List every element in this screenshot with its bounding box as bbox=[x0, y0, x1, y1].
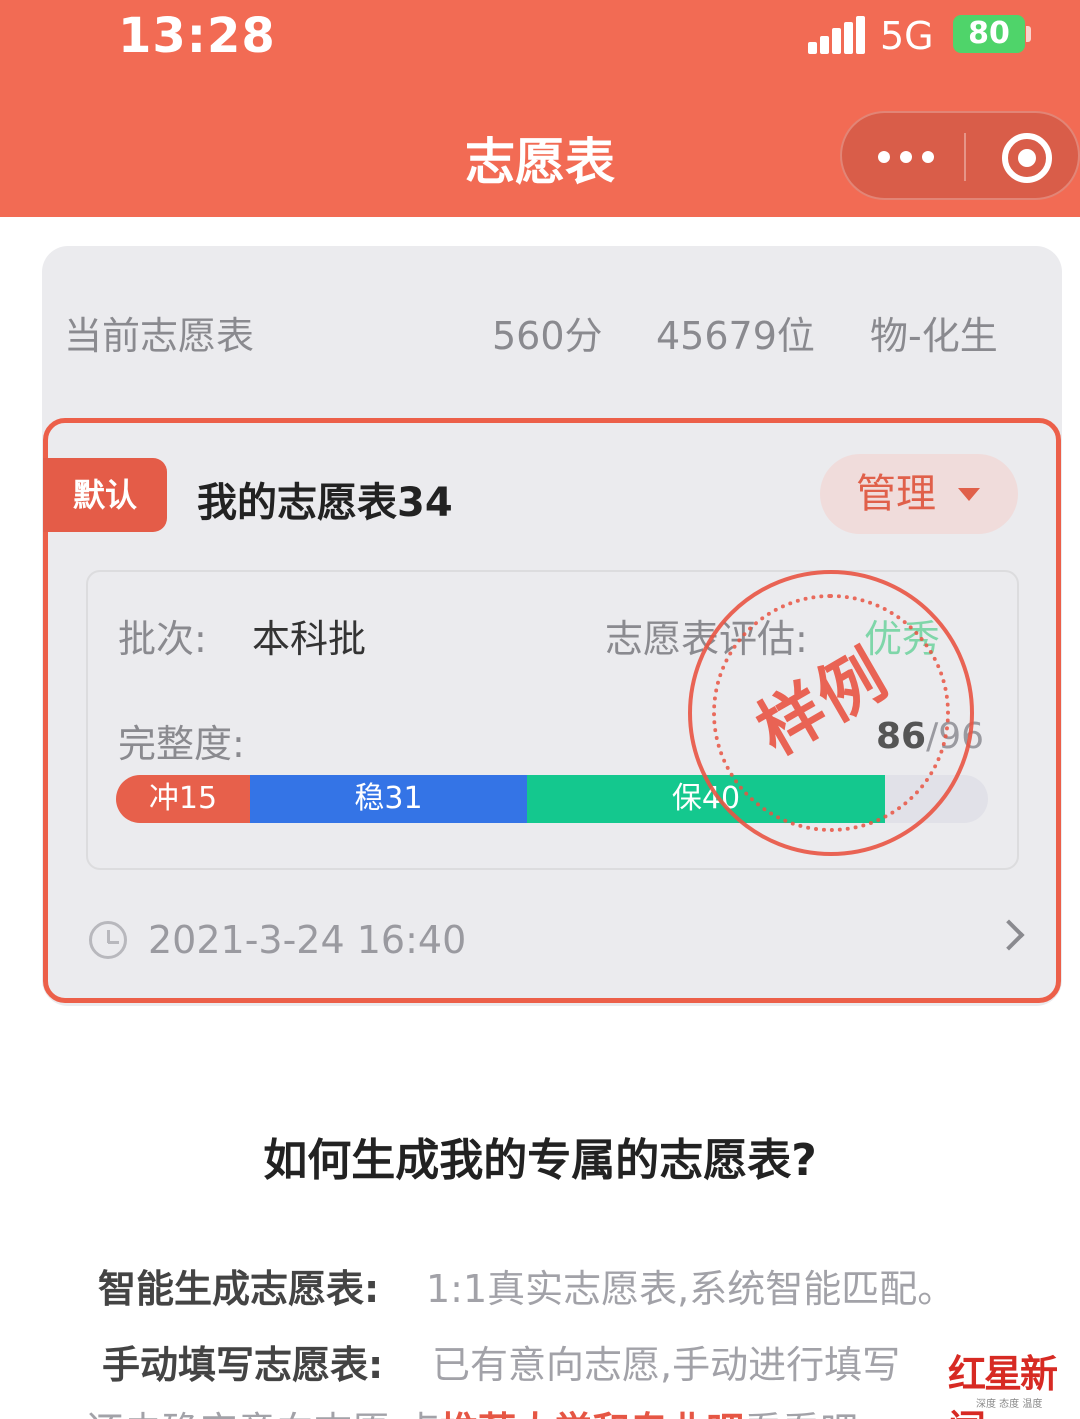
default-badge: 默认 bbox=[43, 458, 167, 532]
howto-title: 如何生成我的专属的志愿表? bbox=[263, 1135, 817, 1186]
mini-program-capsule bbox=[840, 111, 1080, 200]
form-name: 我的志愿表34 bbox=[197, 480, 453, 526]
recommend-link[interactable]: 推荐大学和专业吧 bbox=[440, 1409, 744, 1419]
completeness-label: 完整度: bbox=[118, 722, 245, 766]
form-datetime: 2021-3-24 16:40 bbox=[148, 918, 467, 962]
header-bar: 13:28 5G 80 志愿表 bbox=[0, 0, 1080, 217]
network-type: 5G bbox=[880, 14, 934, 58]
manage-label: 管理 bbox=[856, 471, 936, 517]
manual-fill-text: 已有意向志愿,手动进行填写 bbox=[432, 1343, 901, 1387]
news-watermark-logo: 红星新闻 深度 态度 温度 bbox=[948, 1343, 1080, 1419]
battery-cap bbox=[1026, 26, 1031, 42]
clock-icon bbox=[89, 921, 127, 959]
current-form-label: 当前志愿表 bbox=[64, 314, 255, 358]
watermark-sub: 深度 态度 温度 bbox=[976, 1399, 1043, 1410]
more-icon[interactable] bbox=[878, 149, 934, 165]
recommend-line: 还未确定意向志愿,点推荐大学和专业吧看看吧 bbox=[86, 1400, 858, 1419]
current-subjects: 物-化生 bbox=[870, 314, 998, 358]
status-time: 13:28 bbox=[118, 8, 276, 64]
smart-generate-label[interactable]: 智能生成志愿表: bbox=[98, 1258, 379, 1313]
completeness-segment: 稳31 bbox=[250, 775, 527, 823]
signal-icon bbox=[808, 16, 865, 54]
manage-button[interactable]: 管理 bbox=[820, 454, 1018, 534]
batch-label: 批次: bbox=[118, 617, 207, 661]
battery-icon: 80 bbox=[953, 15, 1025, 53]
completeness-segment: 冲15 bbox=[116, 775, 250, 823]
current-rank: 45679位 bbox=[656, 314, 815, 358]
battery-level: 80 bbox=[968, 16, 1010, 51]
dropdown-arrow-icon bbox=[958, 488, 980, 501]
current-score: 560分 bbox=[492, 314, 603, 358]
recommend-prefix: 还未确定意向志愿,点 bbox=[86, 1409, 440, 1419]
close-target-icon[interactable] bbox=[1002, 133, 1052, 183]
capsule-divider bbox=[964, 133, 966, 181]
batch-value: 本科批 bbox=[252, 617, 367, 661]
manual-fill-label[interactable]: 手动填写志愿表: bbox=[102, 1334, 383, 1389]
smart-generate-text: 1:1真实志愿表,系统智能匹配。 bbox=[426, 1267, 956, 1311]
recommend-suffix: 看看吧 bbox=[744, 1409, 858, 1419]
